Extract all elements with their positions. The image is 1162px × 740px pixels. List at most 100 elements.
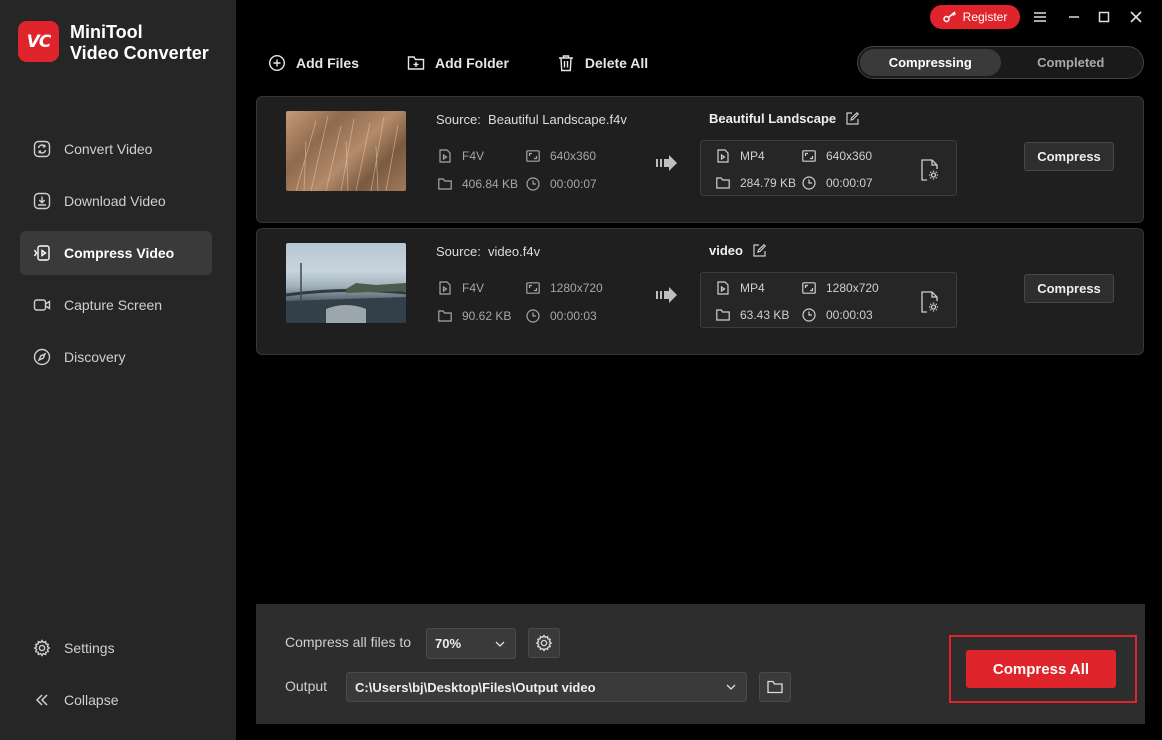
clock-icon: [802, 176, 816, 190]
output-duration: 00:00:03: [802, 308, 873, 322]
file-card: Source: video.f4v F4V 1280x720 90.62 KB …: [256, 228, 1144, 355]
chevron-down-icon: [726, 684, 736, 690]
close-icon[interactable]: [1128, 9, 1144, 25]
sidebar-item-discovery[interactable]: Discovery: [20, 335, 212, 379]
resolution-icon: [526, 149, 540, 163]
compress-all-to-label: Compress all files to: [285, 634, 412, 650]
video-thumbnail[interactable]: [286, 243, 406, 323]
maximize-icon[interactable]: [1096, 9, 1112, 25]
source-size: 406.84 KB: [438, 177, 518, 191]
sidebar-item-settings[interactable]: Settings: [20, 626, 212, 670]
sidebar-item-label: Compress Video: [64, 245, 175, 261]
browse-folder-button[interactable]: [759, 672, 791, 702]
sidebar-item-download-video[interactable]: Download Video: [20, 179, 212, 223]
source-resolution: 640x360: [526, 149, 596, 163]
file-format-icon: [438, 281, 452, 295]
double-chevron-left-icon: [33, 691, 51, 709]
folder-icon: [767, 680, 783, 694]
sidebar-item-label: Convert Video: [64, 141, 153, 157]
compress-button[interactable]: Compress: [1024, 274, 1114, 303]
register-button[interactable]: Register: [930, 5, 1020, 29]
compress-icon: [33, 244, 51, 262]
output-settings-box[interactable]: MP4 640x360 284.79 KB 00:00:07: [700, 140, 957, 196]
source-resolution: 1280x720: [526, 281, 603, 295]
minimize-icon[interactable]: [1066, 9, 1082, 25]
chevron-down-icon: [495, 641, 505, 647]
edit-icon[interactable]: [846, 112, 860, 126]
clock-icon: [526, 177, 540, 191]
folder-icon: [438, 177, 452, 191]
sidebar-item-compress-video[interactable]: Compress Video: [20, 231, 212, 275]
download-icon: [33, 192, 51, 210]
toolbar: Add Files Add Folder Delete All: [268, 52, 696, 74]
convert-arrow-icon: [656, 155, 677, 171]
folder-icon: [438, 309, 452, 323]
source-filename: Source: video.f4v: [436, 244, 541, 259]
sidebar-item-convert-video[interactable]: Convert Video: [20, 127, 212, 171]
sidebar-item-capture-screen[interactable]: Capture Screen: [20, 283, 212, 327]
output-format: MP4: [716, 281, 765, 295]
folder-plus-icon: [407, 54, 425, 72]
file-settings-icon[interactable]: [920, 159, 940, 181]
compass-icon: [33, 348, 51, 366]
source-duration: 00:00:03: [526, 309, 597, 323]
sidebar-item-collapse[interactable]: Collapse: [20, 678, 212, 722]
output-resolution: 1280x720: [802, 281, 879, 295]
plus-circle-icon: [268, 54, 286, 72]
compress-settings-button[interactable]: [528, 628, 560, 658]
output-filename: video: [709, 243, 767, 258]
camera-icon: [33, 296, 51, 314]
output-resolution: 640x360: [802, 149, 872, 163]
output-label: Output: [285, 678, 328, 694]
file-format-icon: [716, 281, 730, 295]
gear-icon: [33, 639, 51, 657]
compress-button[interactable]: Compress: [1024, 142, 1114, 171]
source-format: F4V: [438, 149, 484, 163]
resolution-icon: [526, 281, 540, 295]
folder-icon: [716, 308, 730, 322]
collapse-label: Collapse: [64, 692, 119, 708]
edit-icon[interactable]: [753, 244, 767, 258]
sidebar-item-label: Download Video: [64, 193, 166, 209]
convert-icon: [33, 140, 51, 158]
key-icon: [942, 11, 956, 23]
menu-icon[interactable]: [1032, 9, 1048, 25]
compress-all-highlight: Compress All: [949, 635, 1137, 703]
source-filename: Source: Beautiful Landscape.f4v: [436, 112, 627, 127]
sidebar-nav: Convert Video Download Video Compress Vi…: [20, 127, 212, 387]
tab-compressing[interactable]: Compressing: [860, 49, 1001, 76]
output-settings-box[interactable]: MP4 1280x720 63.43 KB 00:00:03: [700, 272, 957, 328]
output-filename: Beautiful Landscape: [709, 111, 860, 126]
status-tabs: Compressing Completed: [857, 46, 1144, 79]
settings-label: Settings: [64, 640, 115, 656]
output-size: 284.79 KB: [716, 176, 796, 190]
output-path-select[interactable]: C:\Users\bj\Desktop\Files\Output video: [346, 672, 747, 702]
output-format: MP4: [716, 149, 765, 163]
tab-completed[interactable]: Completed: [1001, 49, 1142, 76]
compress-all-button[interactable]: Compress All: [966, 650, 1116, 688]
add-files-button[interactable]: Add Files: [268, 54, 359, 72]
output-duration: 00:00:07: [802, 176, 873, 190]
file-settings-icon[interactable]: [920, 291, 940, 313]
trash-icon: [557, 54, 575, 72]
app-title: MiniTool Video Converter: [70, 22, 209, 63]
sidebar-item-label: Discovery: [64, 349, 126, 365]
app-logo: VC: [18, 21, 59, 62]
source-format: F4V: [438, 281, 484, 295]
sidebar-item-label: Capture Screen: [64, 297, 163, 313]
resolution-icon: [802, 149, 816, 163]
add-folder-button[interactable]: Add Folder: [407, 54, 509, 72]
file-card: Source: Beautiful Landscape.f4v F4V 640x…: [256, 96, 1144, 223]
compress-ratio-select[interactable]: 70%: [426, 628, 516, 659]
title-bar: Register: [236, 0, 1162, 35]
folder-icon: [716, 176, 730, 190]
bottom-panel: Compress all files to 70% Output C:\User…: [256, 604, 1145, 724]
video-thumbnail[interactable]: [286, 111, 406, 192]
source-duration: 00:00:07: [526, 177, 597, 191]
sidebar-bottom: Settings Collapse: [20, 626, 212, 730]
resolution-icon: [802, 281, 816, 295]
sidebar: VC MiniTool Video Converter Convert Vide…: [0, 0, 236, 740]
clock-icon: [802, 308, 816, 322]
output-size: 63.43 KB: [716, 308, 789, 322]
delete-all-button[interactable]: Delete All: [557, 54, 648, 72]
